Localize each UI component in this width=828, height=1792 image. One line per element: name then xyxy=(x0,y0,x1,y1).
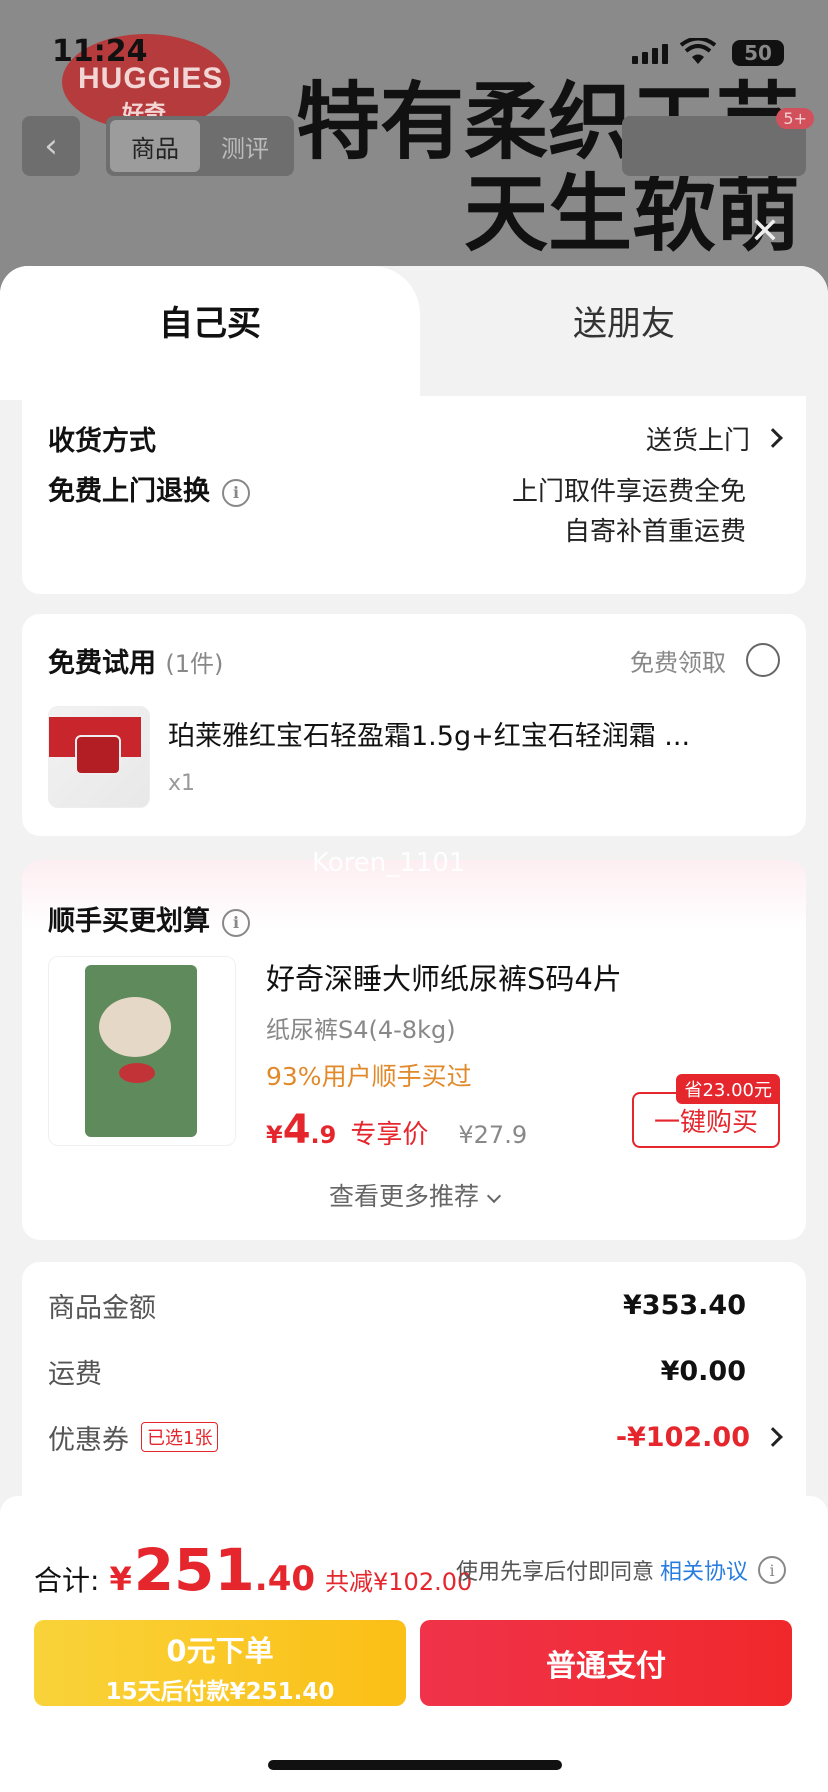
trial-item: 珀莱雅红宝石轻盈霜1.5g+红宝石轻润霜 ... x1 xyxy=(48,706,780,808)
tab-review[interactable]: 测评 xyxy=(200,120,290,172)
free-claim-label: 免费领取 xyxy=(630,648,726,677)
shipping-label: 运费 xyxy=(48,1358,102,1390)
close-icon[interactable]: ✕ xyxy=(750,214,780,250)
goods-amount-value: ¥353.40 xyxy=(623,1289,746,1321)
exclusive-price-tag: 专享价 xyxy=(350,1120,429,1150)
delivery-method-row[interactable]: 收货方式 送货上门 xyxy=(48,406,783,470)
coupon-value: -¥102.00 xyxy=(615,1421,750,1453)
pay-later-line-2: 15天后付款¥251.40 xyxy=(105,1679,335,1705)
battery-icon: 50 xyxy=(732,40,784,66)
return-line-2: 自寄补首重运费 xyxy=(563,517,746,547)
claim-radio[interactable] xyxy=(746,643,780,677)
coupon-selected-tag: 已选1张 xyxy=(141,1422,219,1452)
agreement: 使用先享后付即同意 相关协议 i xyxy=(456,1554,786,1586)
free-trial-label: 免费试用 xyxy=(48,647,156,679)
pay-later-button[interactable]: 0元下单 15天后付款¥251.40 xyxy=(34,1620,406,1706)
goods-amount-row: 商品金额 ¥353.40 xyxy=(48,1272,780,1338)
addon-label: 顺手买更划算 xyxy=(48,906,210,937)
see-more-label: 查看更多推荐 xyxy=(328,1182,479,1211)
info-icon[interactable]: i xyxy=(222,908,250,937)
price-symbol: ¥ xyxy=(266,1121,283,1149)
agreement-link[interactable]: 相关协议 xyxy=(660,1554,748,1586)
see-more-recommend[interactable]: 查看更多推荐 xyxy=(48,1177,780,1213)
notification-badge: 5+ xyxy=(776,108,814,129)
product-nav-tabs: 商品 测评 xyxy=(106,116,294,176)
nav-actions[interactable]: 5+ xyxy=(622,108,814,176)
trial-item-image xyxy=(48,706,150,808)
addon-item-image xyxy=(48,956,236,1146)
original-price: ¥27.9 xyxy=(458,1121,528,1149)
status-bar: 11:24 50 xyxy=(0,0,828,96)
delivery-method-label: 收货方式 xyxy=(48,425,156,457)
order-summary-card: 商品金额 ¥353.40 运费 ¥0.00 优惠券 已选1张 -¥102.00 xyxy=(22,1262,806,1522)
free-trial-count: (1件) xyxy=(165,649,224,678)
free-trial-card: 免费试用 (1件) 免费领取 珀莱雅红宝石轻盈霜1.5g+红宝石轻润霜 ... … xyxy=(22,614,806,836)
tab-goods[interactable]: 商品 xyxy=(110,120,200,172)
tab-buy-self[interactable]: 自己买 xyxy=(0,266,460,406)
shipping-row: 运费 ¥0.00 xyxy=(48,1338,780,1404)
total-symbol: ¥ xyxy=(109,1560,132,1598)
chevron-right-icon xyxy=(763,1427,783,1447)
coupon-label: 优惠券 xyxy=(48,1424,129,1456)
status-time: 11:24 xyxy=(52,34,148,69)
info-icon[interactable]: i xyxy=(758,1556,786,1584)
delivery-method-text: 送货上门 xyxy=(645,425,750,456)
free-trial-title: 免费试用 (1件) xyxy=(48,641,223,680)
total-dec: .40 xyxy=(254,1559,316,1599)
back-button[interactable]: ‹ xyxy=(22,116,80,176)
tab-send-friend[interactable]: 送朋友 xyxy=(420,266,828,368)
info-icon[interactable]: i xyxy=(222,478,250,507)
watermark: Koren_1101 xyxy=(312,848,466,878)
coupon-label-wrap: 优惠券 已选1张 xyxy=(48,1418,219,1457)
addon-price-value: ¥4.9 xyxy=(266,1107,336,1153)
home-indicator xyxy=(268,1760,562,1770)
addon-item-name: 好奇深睡大师纸尿裤S码4片 xyxy=(266,962,622,996)
delivery-card: 收货方式 送货上门 免费上门退换 i 上门取件享运费全免 自寄补首重运费 xyxy=(22,396,806,594)
addon-title: 顺手买更划算 i xyxy=(48,899,250,938)
purchase-tabs: 送朋友 自己买 xyxy=(0,266,828,406)
shipping-value: ¥0.00 xyxy=(660,1355,746,1387)
free-return-row: 免费上门退换 i 上门取件享运费全免 自寄补首重运费 xyxy=(48,472,780,552)
signal-icon xyxy=(632,44,668,64)
normal-pay-button[interactable]: 普通支付 xyxy=(420,1620,792,1706)
addon-item[interactable]: 好奇深睡大师纸尿裤S码4片 纸尿裤S4(4-8kg) 93%用户顺手买过 ¥4.… xyxy=(48,956,780,1153)
checkout-bottom-bar: 合计: ¥ 251 .40 共减¥102.00 使用先享后付即同意 相关协议 i… xyxy=(0,1496,828,1792)
pay-later-line-1: 0元下单 xyxy=(166,1634,274,1668)
chevron-right-icon xyxy=(763,428,783,448)
free-return-label-wrap: 免费上门退换 i xyxy=(48,472,250,552)
addon-item-spec: 纸尿裤S4(4-8kg) xyxy=(266,1016,456,1044)
free-trial-header: 免费试用 (1件) 免费领取 xyxy=(48,614,780,706)
slogan-line-2: 天生软萌 xyxy=(463,165,800,263)
trial-item-qty: x1 xyxy=(168,771,196,796)
free-return-label: 免费上门退换 xyxy=(48,476,210,507)
save-badge: 省23.00元 xyxy=(676,1074,780,1104)
free-return-value: 上门取件享运费全免 自寄补首重运费 xyxy=(512,472,780,552)
trial-item-name: 珀莱雅红宝石轻盈霜1.5g+红宝石轻润霜 ... xyxy=(168,721,691,752)
return-line-1: 上门取件享运费全免 xyxy=(511,477,746,507)
price-int: 4 xyxy=(282,1107,311,1153)
total-discount: 共减¥102.00 xyxy=(325,1568,473,1596)
delivery-method-value: 送货上门 xyxy=(645,420,783,457)
goods-amount-label: 商品金额 xyxy=(48,1292,156,1324)
total-label: 合计: xyxy=(34,1564,100,1597)
coupon-row[interactable]: 优惠券 已选1张 -¥102.00 xyxy=(48,1404,783,1470)
coupon-value-wrap: -¥102.00 xyxy=(615,1421,783,1453)
total-row: 合计: ¥ 251 .40 共减¥102.00 xyxy=(34,1536,472,1604)
total-int: 251 xyxy=(133,1536,255,1604)
agreement-text: 使用先享后付即同意 xyxy=(455,1560,654,1585)
addon-recommend-card: Koren_1101 顺手买更划算 i 好奇深睡大师纸尿裤S码4片 纸尿裤S4(4… xyxy=(22,848,806,1240)
chevron-down-icon xyxy=(486,1188,502,1204)
wifi-icon xyxy=(680,38,716,64)
price-dec: .9 xyxy=(310,1121,337,1149)
chevron-left-icon: ‹ xyxy=(44,126,58,166)
free-claim-toggle[interactable]: 免费领取 xyxy=(630,643,780,678)
